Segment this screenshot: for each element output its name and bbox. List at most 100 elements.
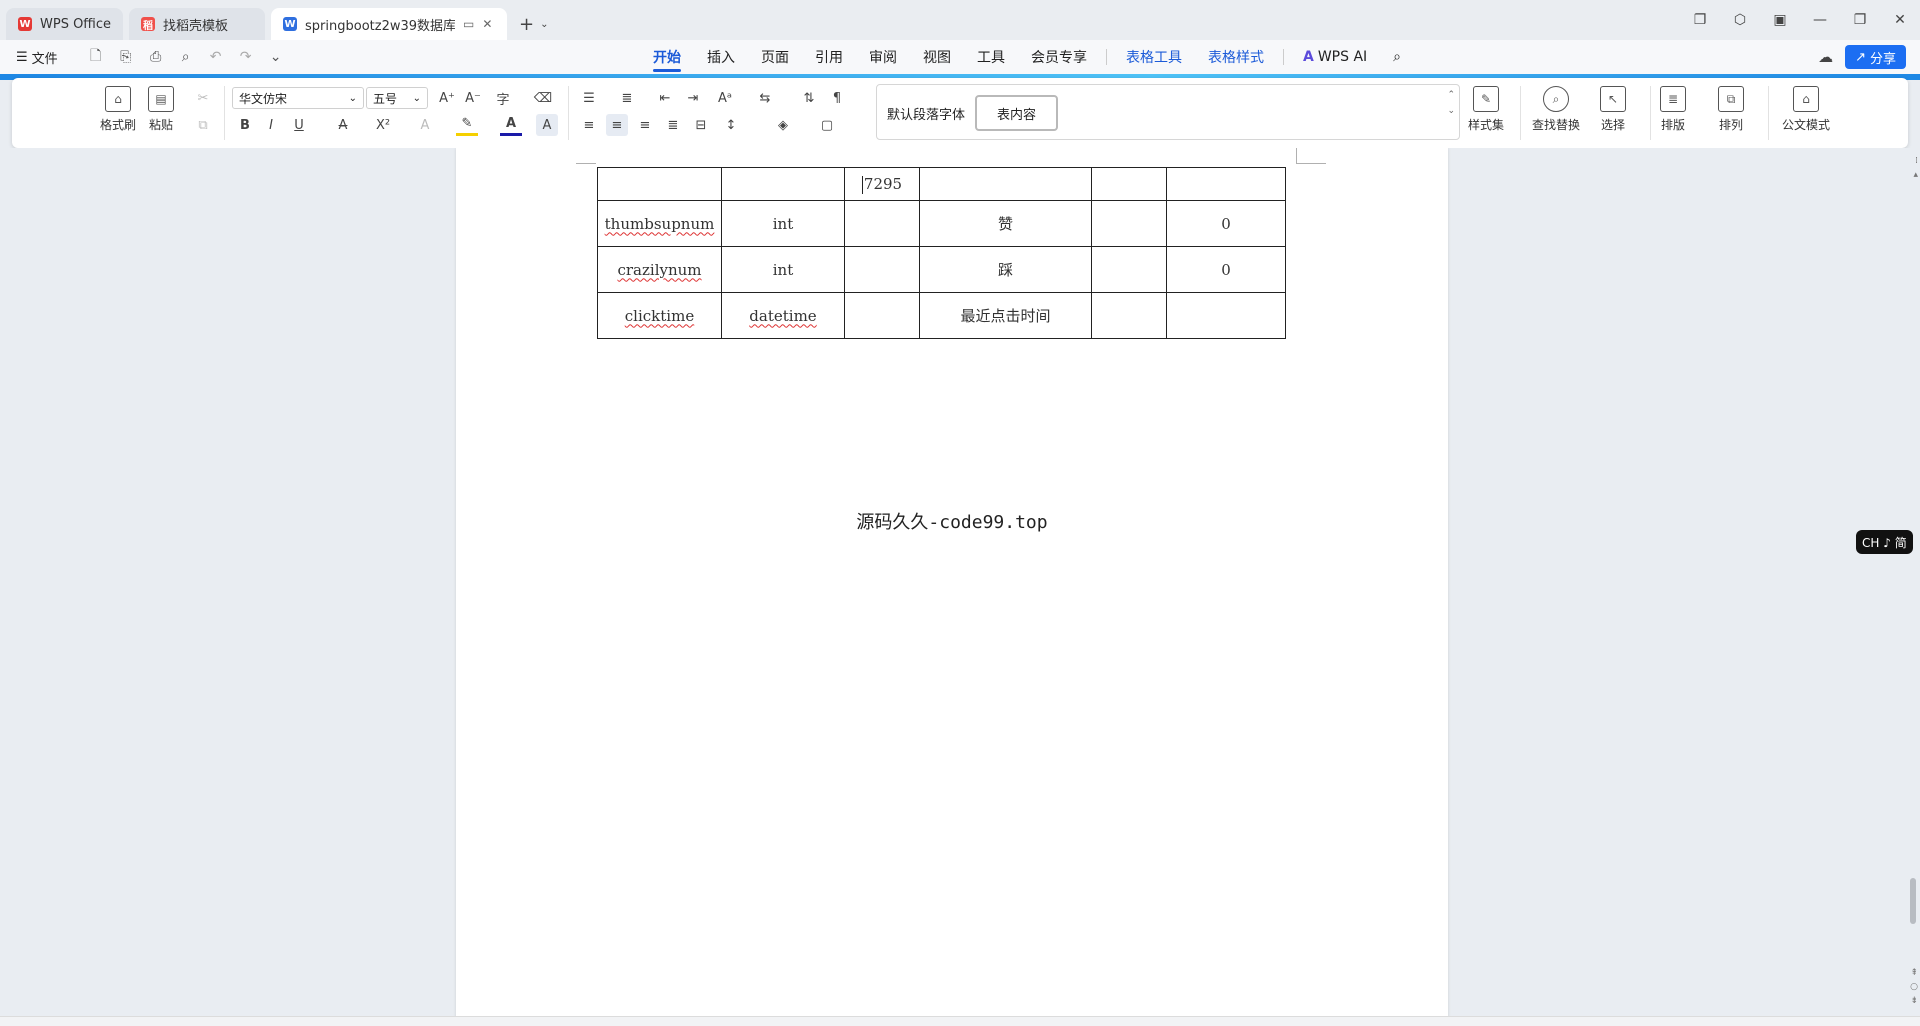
monitor-icon[interactable]: ▭ — [463, 17, 474, 31]
wps-ai-button[interactable]: A WPS AI — [1290, 40, 1380, 74]
next-page-icon[interactable]: ⇟ — [1910, 996, 1918, 1006]
table-cell[interactable] — [1091, 167, 1167, 201]
highlight-icon[interactable]: ✎ — [456, 114, 478, 136]
data-table[interactable]: 7295 thumbsupnum int 赞 0 crazilynum int … — [597, 167, 1286, 339]
bold-icon[interactable]: B — [234, 114, 256, 136]
char-spacing-icon[interactable]: Aᵃ — [714, 87, 736, 109]
style-default-paragraph-font[interactable]: 默认段落字体 — [887, 95, 965, 131]
text-effect-icon[interactable]: A — [414, 114, 436, 136]
tab-insert[interactable]: 插入 — [694, 40, 748, 74]
layout-button[interactable]: ≣ 排版 — [1660, 86, 1686, 133]
table-cell[interactable] — [597, 167, 722, 201]
show-marks-icon[interactable]: ¶ — [826, 87, 848, 109]
table-cell[interactable]: 赞 — [919, 200, 1092, 247]
grow-font-icon[interactable]: A⁺ — [436, 87, 458, 109]
redo-icon[interactable]: ↷ — [236, 49, 256, 65]
close-tab-icon[interactable]: ✕ — [482, 17, 492, 31]
table-cell[interactable] — [721, 167, 845, 201]
restore-layout-icon[interactable]: ❐ — [1680, 12, 1720, 28]
align-center-icon[interactable]: ≡ — [606, 114, 628, 136]
font-name-select[interactable]: 华文仿宋 ⌄ — [232, 87, 364, 109]
arrange-button[interactable]: ⧉ 排列 — [1718, 86, 1744, 133]
cut-icon[interactable]: ✂ — [192, 87, 214, 109]
justify-icon[interactable]: ≣ — [662, 114, 684, 136]
document-page[interactable]: 7295 thumbsupnum int 赞 0 crazilynum int … — [456, 148, 1448, 1016]
borders-icon[interactable]: ▢ — [816, 114, 838, 136]
print-preview-icon[interactable]: ⌕ — [176, 49, 196, 65]
table-cell[interactable] — [919, 167, 1092, 201]
official-mode-button[interactable]: ⌂ 公文模式 — [1782, 86, 1830, 133]
save-icon[interactable]: 🗋 — [86, 45, 106, 69]
export-icon[interactable]: ⎘ — [116, 49, 136, 65]
line-spacing-icon[interactable]: ↕ — [720, 114, 742, 136]
table-cell[interactable]: 7295 — [844, 167, 920, 201]
strikethrough-icon[interactable]: A — [332, 114, 354, 136]
shading-icon[interactable]: ◈ — [772, 114, 794, 136]
avatar[interactable]: ▣ — [1760, 12, 1800, 28]
table-cell[interactable]: 0 — [1166, 200, 1286, 247]
search-button[interactable]: ⌕ — [1380, 40, 1414, 74]
cube-icon[interactable]: ⬡ — [1720, 12, 1760, 28]
ruler-toggle-icon[interactable]: ⁞ — [1915, 156, 1918, 166]
undo-icon[interactable]: ↶ — [206, 49, 226, 65]
scroll-thumb[interactable] — [1910, 878, 1916, 924]
underline-icon[interactable]: U — [288, 114, 310, 136]
tab-references[interactable]: 引用 — [802, 40, 856, 74]
table-cell[interactable]: 踩 — [919, 246, 1092, 293]
phonetic-guide-icon[interactable]: 字 — [492, 87, 514, 109]
bullet-list-icon[interactable]: ☰ — [578, 87, 600, 109]
text-direction-icon[interactable]: ⇆ — [754, 87, 776, 109]
sort-icon[interactable]: ⇅ — [798, 87, 820, 109]
table-cell[interactable] — [844, 246, 920, 293]
table-cell[interactable]: 0 — [1166, 246, 1286, 293]
table-cell[interactable]: thumbsupnum — [597, 200, 722, 247]
paste-button[interactable]: ▤ 粘贴 — [148, 86, 174, 133]
table-cell[interactable]: int — [721, 200, 845, 247]
ime-indicator[interactable]: CH ♪ 简 — [1856, 530, 1913, 554]
clear-format-icon[interactable]: ⌫ — [532, 87, 554, 109]
table-cell[interactable] — [1091, 246, 1167, 293]
style-table-content[interactable]: 表内容 — [975, 95, 1059, 131]
italic-icon[interactable]: I — [260, 114, 282, 136]
table-cell[interactable] — [1091, 200, 1167, 247]
select-browse-icon[interactable]: ○ — [1910, 982, 1918, 992]
tab-table-style[interactable]: 表格样式 — [1195, 40, 1277, 74]
table-cell[interactable] — [844, 292, 920, 339]
table-cell[interactable]: clicktime — [597, 292, 722, 339]
table-cell[interactable] — [1166, 167, 1286, 201]
tab-table-tools[interactable]: 表格工具 — [1113, 40, 1195, 74]
chevron-down-icon[interactable]: ⌄ — [266, 49, 286, 65]
align-left-icon[interactable]: ≡ — [578, 114, 600, 136]
tab-page[interactable]: 页面 — [748, 40, 802, 74]
minimize-icon[interactable]: — — [1800, 12, 1840, 28]
table-cell[interactable] — [844, 200, 920, 247]
font-size-select[interactable]: 五号 ⌄ — [366, 87, 428, 109]
tab-current-document[interactable]: W springbootz2w39数据库文 ▭ ✕ — [271, 8, 508, 40]
tab-docer-templates[interactable]: 稻 找稻壳模板 — [129, 8, 266, 40]
style-set-button[interactable]: ✎ 样式集 — [1468, 86, 1504, 133]
font-color-icon[interactable]: A — [500, 114, 522, 136]
char-shading-icon[interactable]: A — [536, 114, 558, 136]
find-replace-button[interactable]: ⌕ 查找替换 — [1532, 86, 1580, 133]
maximize-icon[interactable]: ❐ — [1840, 12, 1880, 28]
increase-indent-icon[interactable]: ⇥ — [682, 87, 704, 109]
shrink-font-icon[interactable]: A⁻ — [462, 87, 484, 109]
table-cell[interactable]: datetime — [721, 292, 845, 339]
scroll-up-icon[interactable]: ▴ — [1913, 170, 1918, 180]
select-button[interactable]: ↖ 选择 — [1600, 86, 1626, 133]
align-right-icon[interactable]: ≡ — [634, 114, 656, 136]
table-cell[interactable]: crazilynum — [597, 246, 722, 293]
superscript-icon[interactable]: X² — [372, 114, 394, 136]
file-menu-button[interactable]: ☰ 文件 — [16, 48, 58, 67]
distribute-icon[interactable]: ⊟ — [690, 114, 712, 136]
vertical-scrollbar[interactable]: ⁞ ▴ ⇞ ○ ⇟ — [1906, 148, 1920, 1016]
table-cell[interactable]: int — [721, 246, 845, 293]
close-window-icon[interactable]: ✕ — [1880, 12, 1920, 28]
tab-home[interactable]: 开始 — [640, 40, 694, 74]
table-cell[interactable] — [1091, 292, 1167, 339]
copy-icon[interactable]: ⧉ — [192, 114, 214, 136]
share-button[interactable]: ↗ 分享 — [1845, 45, 1906, 69]
tab-review[interactable]: 审阅 — [856, 40, 910, 74]
prev-page-icon[interactable]: ⇞ — [1910, 968, 1918, 978]
cloud-upload-icon[interactable]: ☁ — [1818, 48, 1833, 66]
